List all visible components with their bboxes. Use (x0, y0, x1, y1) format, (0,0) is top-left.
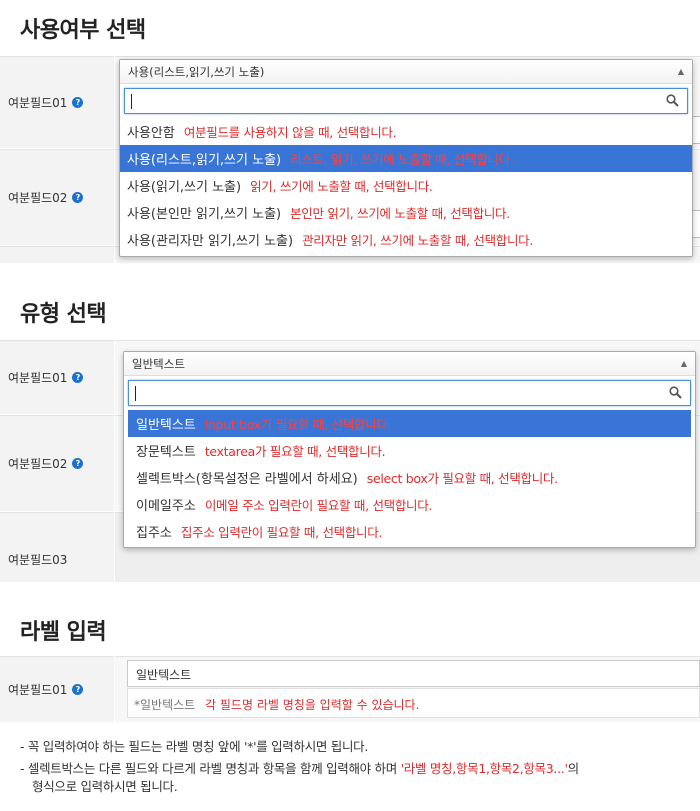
dropdown-selected[interactable]: 일반텍스트 ▲ (124, 352, 695, 376)
note-text: 의 (567, 761, 580, 776)
option-admin-only[interactable]: 사용(관리자만 읽기,쓰기 노출) 관리자만 읽기, 쓰기에 노출할 때, 선택… (120, 226, 692, 253)
option-read-write[interactable]: 사용(읽기,쓰기 노출) 읽기, 쓰기에 노출할 때, 선택합니다. (120, 172, 692, 199)
type-field-label-02: 여분필드02 ? (0, 415, 114, 511)
text-caret (131, 94, 132, 109)
select-edge[interactable] (692, 210, 700, 238)
type-dropdown[interactable]: 일반텍스트 ▲ 일반텍스트 input box가 필요할 때, 선택합니다. 장… (123, 351, 696, 548)
select-edge[interactable] (692, 116, 700, 144)
hint-desc: 각 필드명 라벨 명칭을 입력할 수 있습니다. (205, 698, 420, 712)
search-icon (666, 94, 679, 107)
usage-dropdown[interactable]: 사용(리스트,읽기,쓰기 노출) ▲ 사용안함 여분필드를 사용하지 않을 때,… (119, 59, 693, 257)
search-icon (669, 386, 682, 399)
option-select-box[interactable]: 셀렉트박스(항목설정은 라벨에서 하세요) select box가 필요할 때,… (124, 464, 695, 491)
option-plain-text[interactable]: 일반텍스트 input box가 필요할 때, 선택합니다. (128, 410, 691, 437)
field-label-03 (0, 246, 114, 263)
option-address[interactable]: 집주소 집주소 입력란이 필요할 때, 선택합니다. (124, 518, 695, 545)
note-selectbox: - 셀렉트박스는 다른 필드와 다르게 라벨 명칭과 항목을 함께 입력해야 하… (20, 758, 579, 777)
help-icon[interactable]: ? (72, 192, 84, 203)
option-desc: 이메일 주소 입력란이 필요할 때, 선택합니다. (204, 498, 433, 513)
label-input[interactable]: 일반텍스트 (127, 660, 700, 687)
option-label: 사용(리스트,읽기,쓰기 노출) (127, 153, 282, 168)
section-title-label: 라벨 입력 (20, 620, 107, 645)
help-icon[interactable]: ? (72, 372, 84, 383)
selected-value: 일반텍스트 (132, 357, 185, 371)
option-desc: 읽기, 쓰기에 노출할 때, 선택합니다. (250, 179, 433, 194)
help-icon[interactable]: ? (72, 458, 84, 469)
option-desc: 관리자만 읽기, 쓰기에 노출할 때, 선택합니다. (302, 233, 534, 248)
section-title-type: 유형 선택 (20, 302, 107, 327)
field-label-text: 여분필드03 (8, 553, 68, 567)
option-label: 사용(본인만 읽기,쓰기 노출) (127, 207, 282, 222)
field-label-text: 여분필드02 (8, 457, 68, 471)
hint-example: *일반텍스트 (134, 698, 196, 712)
help-icon[interactable]: ? (72, 684, 84, 695)
option-desc: 리스트, 읽기, 쓰기에 노출할 때, 선택합니다. (290, 152, 514, 167)
note-text: - 셀렉트박스는 다른 필드와 다르게 라벨 명칭과 항목을 함께 입력해야 하… (20, 761, 397, 776)
option-label: 셀렉트박스(항목설정은 라벨에서 하세요) (136, 472, 358, 487)
type-field-label-01: 여분필드01 ? (0, 340, 114, 414)
note-format: '라벨 명칭,항목1,항목2,항목3...' (400, 761, 568, 776)
option-label: 장문텍스트 (136, 445, 196, 460)
option-self-only[interactable]: 사용(본인만 읽기,쓰기 노출) 본인만 읽기, 쓰기에 노출할 때, 선택합니… (120, 199, 692, 226)
label-hint: *일반텍스트 각 필드명 라벨 명칭을 입력할 수 있습니다. (127, 688, 700, 718)
note-required: - 꼭 입력하여야 하는 필드는 라벨 명칭 앞에 '*'를 입력하시면 됩니다… (20, 739, 369, 754)
selected-value: 사용(리스트,읽기,쓰기 노출) (128, 65, 265, 79)
option-desc: input box가 필요할 때, 선택합니다. (204, 417, 392, 432)
field-label-text: 여분필드01 (8, 371, 68, 385)
option-desc: select box가 필요할 때, 선택합니다. (366, 471, 558, 486)
field-label-text: 여분필드02 (8, 191, 68, 205)
field-label-text: 여분필드01 (8, 96, 68, 110)
option-label: 이메일주소 (136, 499, 196, 514)
option-label: 사용(읽기,쓰기 노출) (127, 180, 242, 195)
section-title-usage: 사용여부 선택 (20, 18, 146, 43)
type-field-label-03: 여분필드03 (0, 512, 114, 582)
help-icon[interactable]: ? (72, 97, 84, 108)
triangle-up-icon[interactable]: ▲ (681, 359, 687, 368)
option-label: 사용(관리자만 읽기,쓰기 노출) (127, 234, 294, 249)
text-caret (135, 386, 136, 401)
option-email[interactable]: 이메일주소 이메일 주소 입력란이 필요할 때, 선택합니다. (124, 491, 695, 518)
option-label: 사용안함 (127, 126, 175, 141)
field-label-01: 여분필드01 ? (0, 56, 114, 148)
option-label: 일반텍스트 (136, 418, 196, 433)
option-label: 집주소 (136, 526, 172, 541)
option-desc: textarea가 필요할 때, 선택합니다. (204, 444, 386, 459)
dropdown-search-input[interactable] (128, 380, 691, 406)
dropdown-search-input[interactable] (124, 88, 688, 114)
option-desc: 본인만 읽기, 쓰기에 노출할 때, 선택합니다. (290, 206, 510, 221)
option-desc: 집주소 입력란이 필요할 때, 선택합니다. (180, 525, 383, 540)
option-list-read-write[interactable]: 사용(리스트,읽기,쓰기 노출) 리스트, 읽기, 쓰기에 노출할 때, 선택합… (120, 145, 692, 172)
dropdown-selected[interactable]: 사용(리스트,읽기,쓰기 노출) ▲ (120, 60, 692, 84)
label-field-label-01: 여분필드01 ? (0, 656, 114, 722)
field-label-02: 여분필드02 ? (0, 149, 114, 245)
note-selectbox-cont: 형식으로 입력하시면 됩니다. (32, 779, 178, 794)
option-long-text[interactable]: 장문텍스트 textarea가 필요할 때, 선택합니다. (124, 437, 695, 464)
field-label-text: 여분필드01 (8, 683, 68, 697)
option-desc: 여분필드를 사용하지 않을 때, 선택합니다. (183, 125, 397, 140)
option-unused[interactable]: 사용안함 여분필드를 사용하지 않을 때, 선택합니다. (120, 118, 692, 145)
triangle-up-icon[interactable]: ▲ (678, 67, 684, 76)
